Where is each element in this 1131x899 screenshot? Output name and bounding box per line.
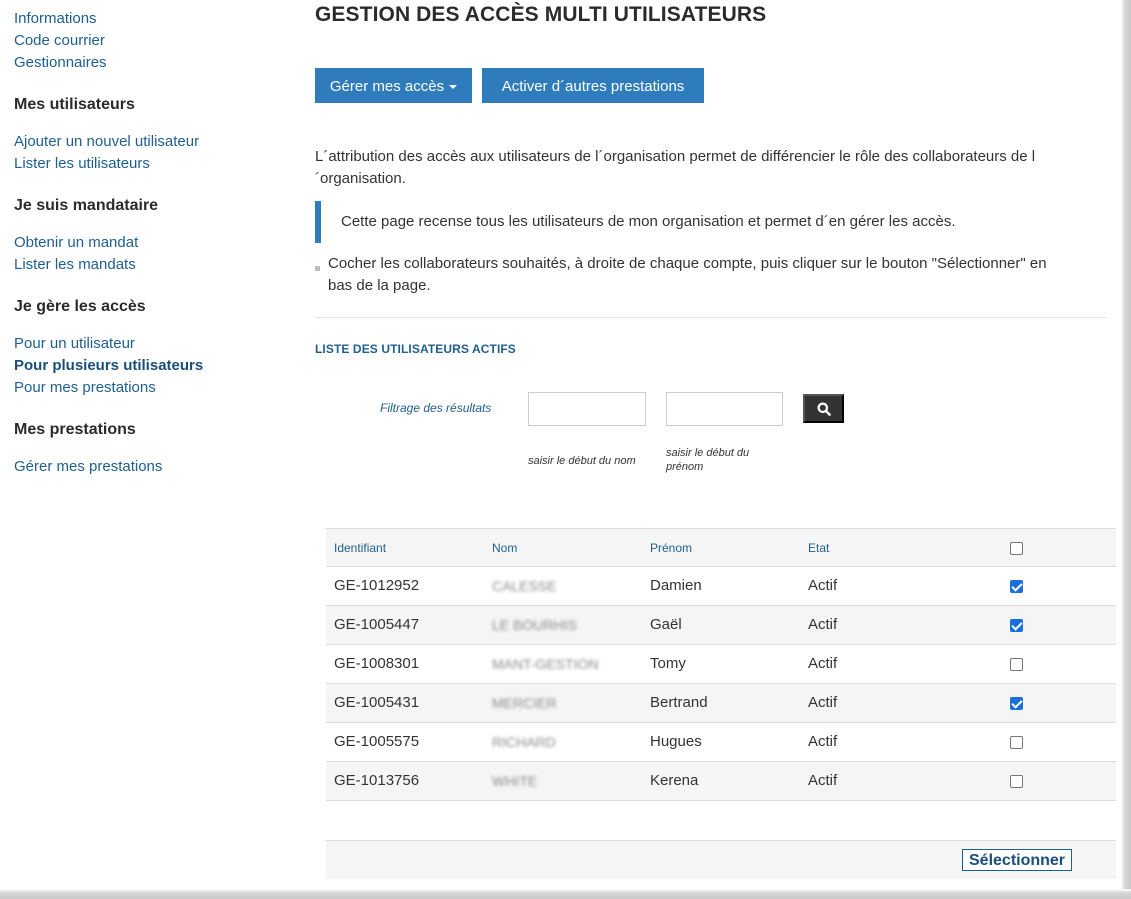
manage-access-dropdown-button[interactable]: Gérer mes accès <box>315 68 472 103</box>
row-select-checkbox[interactable] <box>1010 580 1023 593</box>
divider <box>315 317 1107 318</box>
cell-prenom: Kerena <box>650 772 699 789</box>
sidebar-link-gestionnaires[interactable]: Gestionnaires <box>14 52 284 74</box>
hint-prenom-line-2: prénom <box>666 461 704 473</box>
sidebar-link-un-utilisateur[interactable]: Pour un utilisateur <box>14 333 284 355</box>
table-row: GE-1012952 CALESSE Damien Actif <box>326 567 1116 606</box>
select-button[interactable]: Sélectionner <box>962 849 1072 871</box>
page-title: GESTION DES ACCÈS MULTI UTILISATEURS <box>315 3 767 26</box>
list-title: LISTE DES UTILISATEURS ACTIFS <box>315 342 516 356</box>
cell-identifiant: GE-1008301 <box>334 655 420 672</box>
cell-nom: WHITE <box>492 773 538 789</box>
sidebar-link-code-courrier[interactable]: Code courrier <box>14 30 284 52</box>
manage-access-label: Gérer mes accès <box>329 78 445 95</box>
intro-line-2: ´organisation. <box>315 170 406 187</box>
row-select-checkbox[interactable] <box>1010 775 1023 788</box>
table-row: GE-1005447 LE BOURHIS Gaël Actif <box>326 606 1116 645</box>
filter-prenom-input[interactable] <box>666 392 783 426</box>
cell-identifiant: GE-1013756 <box>334 772 420 789</box>
caret-down-icon <box>449 85 458 90</box>
cell-identifiant: GE-1005431 <box>334 694 420 711</box>
row-select-checkbox[interactable] <box>1010 619 1023 632</box>
cell-nom: MANT-GESTION <box>492 656 599 672</box>
table-row: GE-1013756 WHITE Kerena Actif <box>326 762 1116 801</box>
cell-etat: Actif <box>808 655 838 672</box>
select-all-checkbox[interactable] <box>1010 542 1023 555</box>
sidebar-heading-mes-prestations: Mes prestations <box>14 421 136 438</box>
intro-text: L´attribution des accès aux utilisateurs… <box>315 146 1035 190</box>
header-prenom[interactable]: Prénom <box>650 529 692 567</box>
cell-nom: RICHARD <box>492 734 556 750</box>
cell-nom: MERCIER <box>492 695 557 711</box>
hint-prenom-line-1: saisir le début du <box>666 447 750 459</box>
header-nom[interactable]: Nom <box>492 529 517 567</box>
users-table: Identifiant Nom Prénom Etat GE-1012952 CA… <box>326 528 1116 801</box>
row-select-checkbox[interactable] <box>1010 736 1023 749</box>
cell-prenom: Damien <box>650 577 702 594</box>
bullet-marker <box>315 266 320 271</box>
hint-prenom: saisir le début du prénom <box>666 446 749 474</box>
sidebar-link-plusieurs-utilisateurs[interactable]: Pour plusieurs utilisateurs <box>14 355 284 377</box>
instruction-line-2: bas de la page. <box>328 277 431 294</box>
cell-nom: LE BOURHIS <box>492 617 577 633</box>
sidebar: Informations Code courrier Gestionnaires… <box>14 8 284 478</box>
row-select-checkbox[interactable] <box>1010 697 1023 710</box>
cell-prenom: Tomy <box>650 655 686 672</box>
sidebar-link-mes-prestations-acces[interactable]: Pour mes prestations <box>14 377 284 399</box>
hint-nom: saisir le début du nom <box>528 455 636 467</box>
sidebar-heading-mandataire: Je suis mandataire <box>14 197 159 214</box>
sidebar-heading-gere-acces: Je gère les accès <box>14 298 146 315</box>
quote-bar <box>315 201 321 243</box>
filter-nom-input[interactable] <box>528 392 646 426</box>
table-row: GE-1005575 RICHARD Hugues Actif <box>326 723 1116 762</box>
table-row: GE-1005431 MERCIER Bertrand Actif <box>326 684 1116 723</box>
sidebar-link-ajouter-utilisateur[interactable]: Ajouter un nouvel utilisateur <box>14 131 284 153</box>
frame-edge-bottom <box>0 889 1131 899</box>
sidebar-link-lister-mandats[interactable]: Lister les mandats <box>14 254 284 276</box>
search-button[interactable] <box>803 394 844 423</box>
table-header-row: Identifiant Nom Prénom Etat <box>326 528 1116 567</box>
instruction-text: Cocher les collaborateurs souhaités, à d… <box>328 253 1047 297</box>
sidebar-link-obtenir-mandat[interactable]: Obtenir un mandat <box>14 232 284 254</box>
sidebar-link-lister-utilisateurs[interactable]: Lister les utilisateurs <box>14 153 284 175</box>
row-select-checkbox[interactable] <box>1010 658 1023 671</box>
quote-text: Cette page recense tous les utilisateurs… <box>341 213 956 230</box>
table-body: GE-1012952 CALESSE Damien Actif GE-1005447 LE… <box>326 567 1116 801</box>
cell-etat: Actif <box>808 772 838 789</box>
frame-edge-right <box>1121 0 1131 899</box>
activate-services-button[interactable]: Activer d´autres prestations <box>482 68 704 103</box>
filter-label: Filtrage des résultats <box>380 401 492 415</box>
intro-line-1: L´attribution des accès aux utilisateurs… <box>315 148 1036 165</box>
cell-identifiant: GE-1005447 <box>334 616 420 633</box>
sidebar-link-informations[interactable]: Informations <box>14 8 284 30</box>
table-row: GE-1008301 MANT-GESTION Tomy Actif <box>326 645 1116 684</box>
cell-etat: Actif <box>808 616 838 633</box>
cell-nom: CALESSE <box>492 578 557 594</box>
cell-prenom: Gaël <box>650 616 682 633</box>
header-etat[interactable]: Etat <box>808 529 829 567</box>
cell-identifiant: GE-1005575 <box>334 733 420 750</box>
header-identifiant[interactable]: Identifiant <box>334 529 386 567</box>
cell-prenom: Bertrand <box>650 694 708 711</box>
cell-prenom: Hugues <box>650 733 702 750</box>
cell-etat: Actif <box>808 577 838 594</box>
cell-etat: Actif <box>808 733 838 750</box>
search-icon <box>817 402 831 416</box>
cell-identifiant: GE-1012952 <box>334 577 420 594</box>
sidebar-link-gerer-prestations[interactable]: Gérer mes prestations <box>14 456 284 478</box>
instruction-line-1: Cocher les collaborateurs souhaités, à d… <box>328 255 1047 272</box>
sidebar-heading-mes-utilisateurs: Mes utilisateurs <box>14 96 135 113</box>
cell-etat: Actif <box>808 694 838 711</box>
